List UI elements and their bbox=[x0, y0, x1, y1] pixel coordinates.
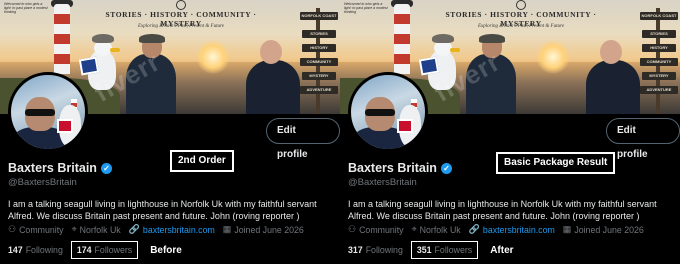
profile-name-row: Baxters Britain ✓ bbox=[348, 160, 452, 176]
website-item[interactable]: 🔗 baxtersbritain.com bbox=[469, 224, 555, 235]
link-icon: 🔗 bbox=[128, 224, 140, 234]
sign-mystery: MYSTERY bbox=[642, 72, 676, 80]
location-label: Norfolk Uk bbox=[79, 224, 121, 235]
profile-meta: ⚇ Community ⌖ Norfolk Uk 🔗 baxtersbritain.c… bbox=[8, 224, 312, 235]
signpost: NORFOLK COAST STORIES HISTORY COMMUNITY … bbox=[296, 8, 340, 114]
community-icon: ⚇ bbox=[348, 224, 357, 234]
profile-bio: I am a talking seagull living in lightho… bbox=[348, 199, 657, 221]
sign-history: HISTORY bbox=[302, 44, 336, 52]
community-icon: ⚇ bbox=[8, 224, 17, 234]
signpost: NORFOLK COAST STORIES HISTORY COMMUNITY … bbox=[636, 8, 680, 114]
banner-tagline: Exploring Britain's Past, Present & Futu… bbox=[478, 24, 564, 29]
edit-profile-button[interactable]: Edit profile bbox=[266, 118, 340, 160]
following-count: 317 bbox=[348, 245, 363, 255]
sign-mystery: MYSTERY bbox=[302, 72, 336, 80]
community-label: Community bbox=[359, 224, 404, 235]
location-item: ⌖ Norfolk Uk bbox=[72, 224, 121, 235]
location-pin-icon: ⌖ bbox=[71, 224, 77, 234]
sign-community: COMMUNITY bbox=[300, 58, 338, 66]
community-label: Community bbox=[19, 224, 64, 235]
compass-icon bbox=[516, 0, 526, 10]
profile-bio: I am a talking seagull living in lightho… bbox=[8, 199, 317, 221]
lighthouse bbox=[54, 4, 70, 74]
annotation-text: After bbox=[490, 244, 514, 256]
annotation-box-label: Basic Package Result bbox=[496, 152, 616, 174]
location-item: ⌖ Norfolk Uk bbox=[412, 224, 461, 235]
old-man-figure bbox=[584, 40, 642, 114]
community-item[interactable]: ⚇ Community bbox=[8, 224, 64, 235]
compass-icon bbox=[176, 0, 186, 10]
sign-norfolk-coast: NORFOLK COAST bbox=[640, 12, 678, 20]
calendar-icon: ▦ bbox=[222, 224, 232, 234]
following-count: 147 bbox=[8, 245, 23, 255]
following-label: Following bbox=[25, 245, 63, 255]
sun bbox=[196, 40, 230, 74]
followers-stat[interactable]: 174 Followers bbox=[70, 241, 139, 259]
profile-handle: @BaxtersBritain bbox=[348, 177, 417, 188]
followers-count: 174 bbox=[76, 245, 92, 255]
sun bbox=[536, 40, 570, 74]
joined-item: ▦ Joined June 2026 bbox=[563, 224, 644, 235]
verified-badge-icon[interactable]: ✓ bbox=[100, 162, 112, 174]
annotation-box-label: 2nd Order bbox=[170, 150, 234, 172]
avatar[interactable] bbox=[348, 72, 428, 152]
profile-panel-before: Welcomed to who gets a light: to past pl… bbox=[0, 0, 340, 264]
following-stat[interactable]: 147 Following bbox=[8, 245, 63, 255]
sign-history: HISTORY bbox=[642, 44, 676, 52]
profile-name-row: Baxters Britain ✓ bbox=[8, 160, 112, 176]
banner-corner-note: Welcomed to who gets a light: to past pl… bbox=[344, 2, 388, 14]
link-icon: 🔗 bbox=[468, 224, 480, 234]
community-item[interactable]: ⚇ Community bbox=[348, 224, 404, 235]
followers-label: Followers bbox=[94, 245, 133, 255]
following-stat[interactable]: 317 Following bbox=[348, 245, 403, 255]
lighthouse bbox=[394, 4, 410, 74]
verified-badge-icon[interactable]: ✓ bbox=[440, 162, 452, 174]
location-pin-icon: ⌖ bbox=[411, 224, 417, 234]
profile-stats: 317 Following 351 Followers After bbox=[348, 241, 514, 259]
sign-adventure: ADVENTURE bbox=[300, 86, 338, 94]
followers-count: 351 bbox=[416, 245, 432, 255]
profile-name: Baxters Britain bbox=[348, 161, 437, 175]
banner-corner-note: Welcomed to who gets a light: to past pl… bbox=[4, 2, 48, 14]
profile-name: Baxters Britain bbox=[8, 161, 97, 175]
location-label: Norfolk Uk bbox=[419, 224, 461, 235]
following-label: Following bbox=[365, 245, 403, 255]
sign-stories: STORIES bbox=[642, 30, 676, 38]
followers-stat[interactable]: 351 Followers bbox=[410, 241, 479, 259]
joined-label: Joined June 2026 bbox=[574, 224, 644, 235]
joined-item: ▦ Joined June 2026 bbox=[223, 224, 304, 235]
followers-label: Followers bbox=[434, 245, 473, 255]
joined-label: Joined June 2026 bbox=[234, 224, 304, 235]
profile-meta: ⚇ Community ⌖ Norfolk Uk 🔗 baxtersbritain.c… bbox=[348, 224, 652, 235]
website-item[interactable]: 🔗 baxtersbritain.com bbox=[129, 224, 215, 235]
sign-norfolk-coast: NORFOLK COAST bbox=[300, 12, 338, 20]
profile-stats: 147 Following 174 Followers Before bbox=[8, 241, 182, 259]
profile-panel-after: Welcomed to who gets a light: to past pl… bbox=[340, 0, 680, 264]
banner-tagline: Exploring Britain's Past, Present & Futu… bbox=[138, 24, 224, 29]
edit-profile-button[interactable]: Edit profile bbox=[606, 118, 680, 160]
profile-handle: @BaxtersBritain bbox=[8, 177, 77, 188]
website-link[interactable]: baxtersbritain.com bbox=[143, 225, 215, 235]
old-man-figure bbox=[244, 40, 302, 114]
avatar[interactable] bbox=[8, 72, 88, 152]
website-link[interactable]: baxtersbritain.com bbox=[483, 225, 555, 235]
annotation-text: Before bbox=[150, 244, 182, 256]
sign-adventure: ADVENTURE bbox=[640, 86, 678, 94]
sign-stories: STORIES bbox=[302, 30, 336, 38]
sign-community: COMMUNITY bbox=[640, 58, 678, 66]
calendar-icon: ▦ bbox=[562, 224, 572, 234]
